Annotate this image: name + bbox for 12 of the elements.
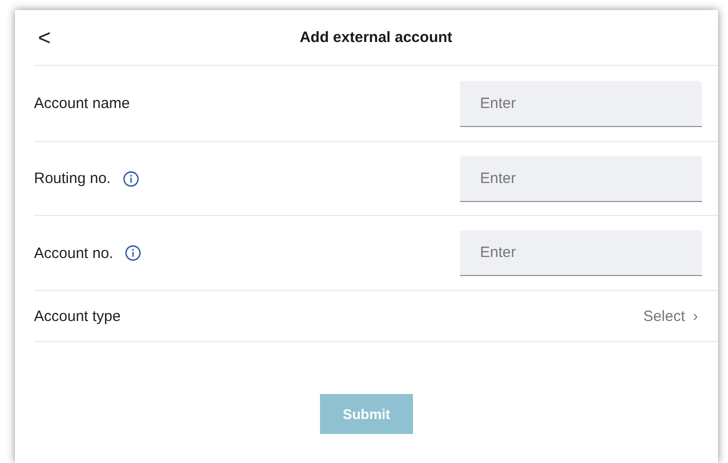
- field-label: Account no.: [34, 244, 114, 262]
- input-field[interactable]: Enter: [460, 80, 702, 126]
- input-field[interactable]: Enter: [460, 156, 702, 202]
- field-label: Account type: [34, 308, 121, 324]
- input-field[interactable]: Enter: [460, 230, 702, 276]
- field-label: Account name: [34, 95, 130, 112]
- back-button[interactable]: <: [34, 24, 55, 50]
- info-icon[interactable]: [125, 245, 142, 261]
- info-icon[interactable]: [122, 170, 139, 186]
- select-button[interactable]: Select ›: [639, 308, 702, 324]
- field-label: Routing no.: [34, 170, 111, 187]
- page-title: Add external account: [300, 29, 452, 46]
